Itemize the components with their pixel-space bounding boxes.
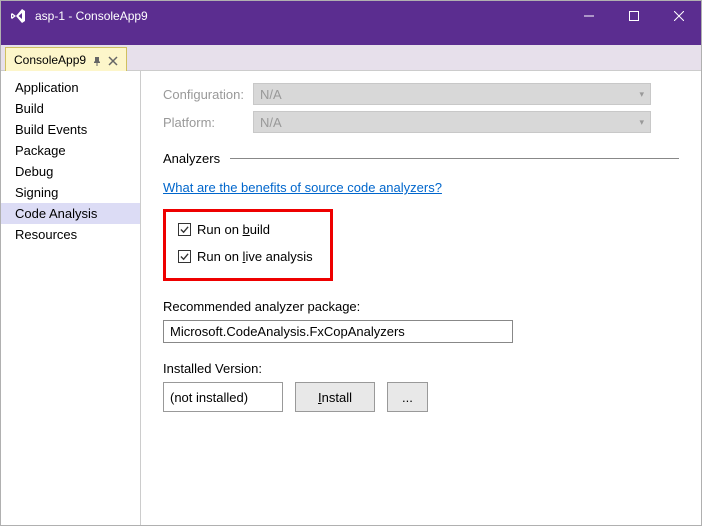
sidebar-item-build[interactable]: Build [1,98,140,119]
titlebar: asp-1 - ConsoleApp9 [1,1,701,31]
minimize-button[interactable] [566,1,611,31]
platform-label: Platform: [163,115,253,130]
document-tab[interactable]: ConsoleApp9 [5,47,127,71]
recommended-label: Recommended analyzer package: [163,299,679,314]
sidebar-item-resources[interactable]: Resources [1,224,140,245]
tabbar: ConsoleApp9 [1,45,701,71]
tab-label: ConsoleApp9 [14,53,86,67]
browse-button[interactable]: ... [387,382,428,412]
run-on-build-label: Run on build [197,222,270,237]
installed-version-input[interactable] [163,382,283,412]
chevron-down-icon: ▾ [639,117,644,128]
window-title: asp-1 - ConsoleApp9 [35,9,566,23]
sidebar-item-code-analysis[interactable]: Code Analysis [1,203,140,224]
platform-select[interactable]: N/A ▾ [253,111,651,133]
run-on-live-checkbox[interactable] [178,250,191,263]
configuration-select[interactable]: N/A ▾ [253,83,651,105]
menubar [1,31,701,45]
run-on-live-label: Run on live analysis [197,249,313,264]
section-title: Analyzers [163,151,220,166]
install-button[interactable]: Install [295,382,375,412]
sidebar-item-package[interactable]: Package [1,140,140,161]
section-divider [230,158,679,159]
recommended-package-input[interactable] [163,320,513,343]
tab-close-icon[interactable] [108,55,118,65]
configuration-label: Configuration: [163,87,253,102]
visual-studio-icon [9,7,27,25]
main-panel: Configuration: N/A ▾ Platform: N/A ▾ Ana… [141,71,701,525]
run-on-build-checkbox[interactable] [178,223,191,236]
pin-icon[interactable] [92,55,102,65]
maximize-button[interactable] [611,1,656,31]
chevron-down-icon: ▾ [639,89,644,100]
sidebar-item-application[interactable]: Application [1,77,140,98]
window-controls [566,1,701,31]
sidebar-item-debug[interactable]: Debug [1,161,140,182]
close-button[interactable] [656,1,701,31]
installed-version-label: Installed Version: [163,361,679,376]
sidebar: Application Build Build Events Package D… [1,71,141,525]
sidebar-item-build-events[interactable]: Build Events [1,119,140,140]
highlighted-checkboxes: Run on build Run on live analysis [163,209,333,281]
sidebar-item-signing[interactable]: Signing [1,182,140,203]
analyzers-help-link[interactable]: What are the benefits of source code ana… [163,180,442,195]
